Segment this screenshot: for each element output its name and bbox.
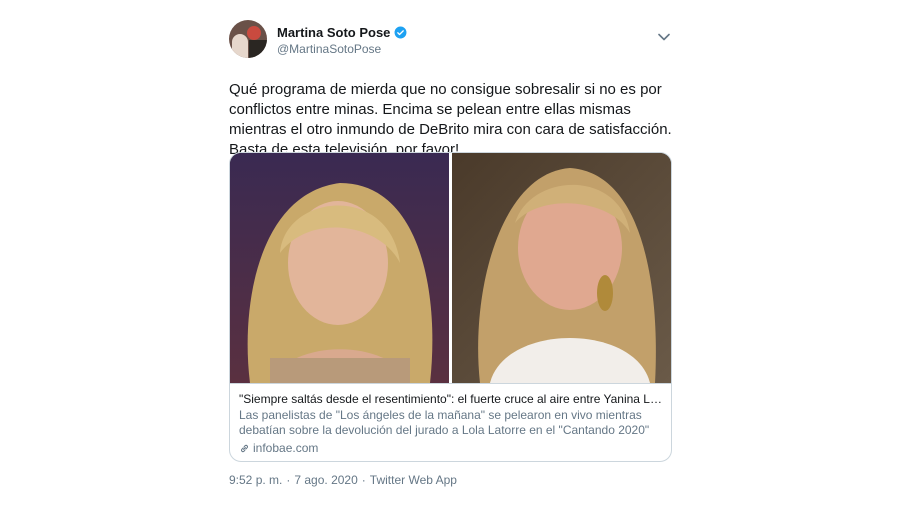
author-name[interactable]: Martina Soto Pose: [277, 25, 390, 40]
tweet-meta: 9:52 p. m. · 7 ago. 2020 · Twitter Web A…: [229, 473, 457, 487]
tweet-date[interactable]: 7 ago. 2020: [294, 473, 357, 487]
link-card[interactable]: "Siempre saltás desde el resentimiento":…: [229, 152, 672, 462]
verified-badge-icon: [394, 26, 407, 38]
card-body[interactable]: "Siempre saltás desde el resentimiento":…: [230, 383, 671, 461]
card-domain-row: infobae.com: [239, 441, 318, 455]
tweet-time[interactable]: 9:52 p. m.: [229, 473, 282, 487]
avatar[interactable]: [229, 20, 267, 58]
meta-separator: ·: [361, 473, 366, 487]
tweet-header: Martina Soto Pose @MartinaSotoPose: [229, 14, 677, 62]
tweet-text: Qué programa de mierda que no consigue s…: [229, 81, 672, 158]
tweet-source[interactable]: Twitter Web App: [370, 473, 457, 487]
author-name-row[interactable]: Martina Soto Pose: [277, 23, 407, 41]
card-image[interactable]: [230, 153, 671, 383]
chevron-down-icon[interactable]: [658, 33, 670, 41]
card-title[interactable]: "Siempre saltás desde el resentimiento":…: [239, 392, 664, 406]
card-photo: [230, 153, 671, 383]
author-handle[interactable]: @MartinaSotoPose: [277, 42, 381, 56]
meta-separator: ·: [286, 473, 291, 487]
card-description: Las panelistas de "Los ángeles de la mañ…: [239, 408, 650, 437]
tweet: Martina Soto Pose @MartinaSotoPose Qué p…: [229, 14, 677, 494]
card-domain: infobae.com: [253, 441, 319, 455]
link-icon: [241, 444, 248, 452]
